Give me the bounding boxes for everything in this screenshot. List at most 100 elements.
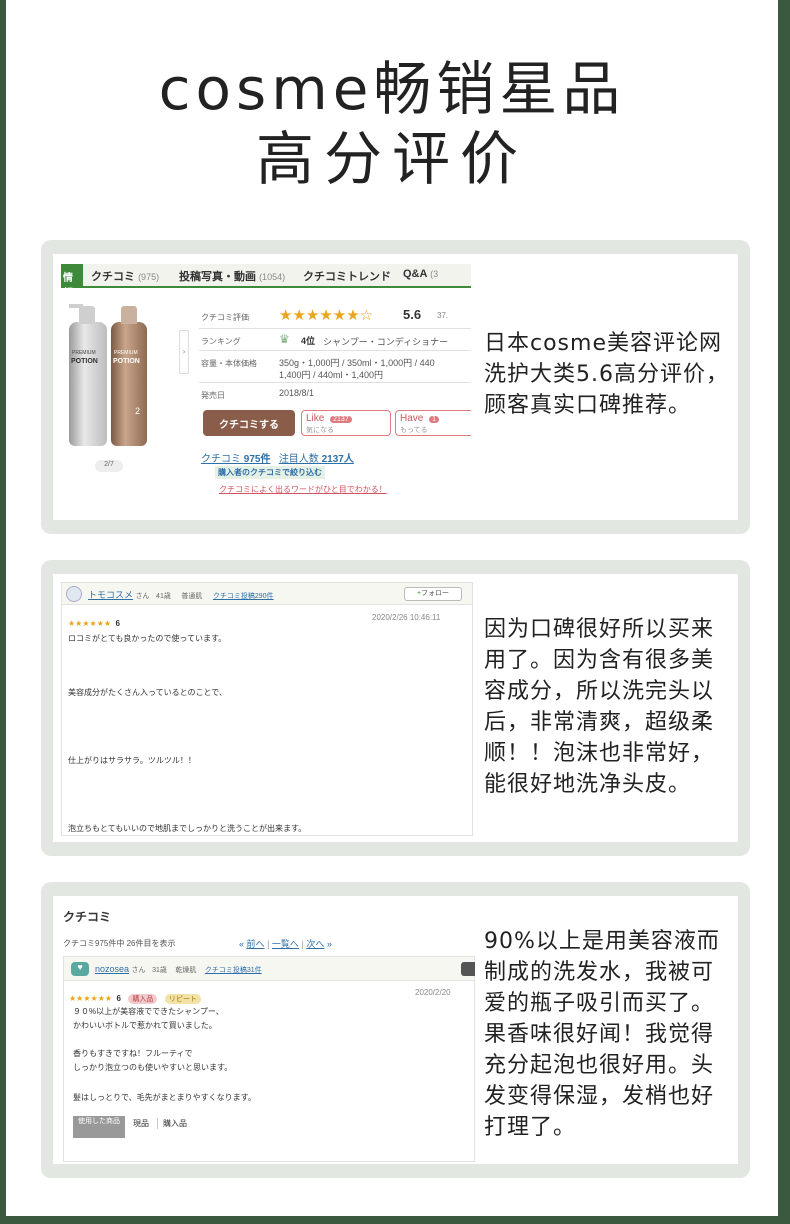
reviews-label: クチコミ <box>201 454 241 465</box>
reviewer-skin: 普通肌 <box>181 593 203 600</box>
rating-stars-icon: ★★★★★★☆ <box>279 307 374 324</box>
card-inner: クチコミ クチコミ975件中 26件目を表示 « 前へ | 一覧へ | 次へ »… <box>53 896 738 1164</box>
review-card-kuchikomi-list: クチコミ クチコミ975件中 26件目を表示 « 前へ | 一覧へ | 次へ »… <box>41 882 750 1178</box>
reviewer-posts[interactable]: クチコミ投稿290件 <box>213 593 274 600</box>
user-review-screenshot: トモコスメ さん 41歳 普通肌 クチコミ投稿290件 +フォロー ★★★★★★… <box>61 582 473 836</box>
next-link[interactable]: 次へ <box>306 939 324 949</box>
like-sub: 気になる <box>306 427 334 434</box>
filter-purchaser-link[interactable]: 購入者のクチコミで絞り込む <box>215 466 325 479</box>
rating-stars-icon: ★★★★★★ <box>68 619 112 628</box>
rating-stars-icon: ★★★★★★ <box>69 994 113 1003</box>
tab-info[interactable]: 情報 <box>61 264 83 299</box>
card1-description: 日本cosme美容评论网洗护大类5.6高分评价，顾客真实口碑推荐。 <box>484 331 729 418</box>
attention-label: 注目人数 <box>278 454 319 465</box>
purchase-type: 購入品 <box>157 1118 187 1129</box>
review-line: 髪はしっとりで、毛先がまとまりやすくなります。 <box>73 1093 256 1102</box>
headline-line2: 高分评价 <box>255 125 528 193</box>
tab-label: 投稿写真・動画 <box>179 271 256 283</box>
reviewer-name[interactable]: トモコスメ <box>88 590 133 600</box>
reviewer-suffix: さん <box>135 593 150 600</box>
pump-icon <box>121 306 137 324</box>
tab-qa[interactable]: Q&A (3 <box>403 268 438 280</box>
review-stats: クチコミ 975件 注目人数 2137人 <box>201 450 354 465</box>
tab-count: (975) <box>138 272 160 282</box>
attention-link[interactable]: 注目人数 2137人 <box>279 454 354 465</box>
bottle-image-silver: PREMIUM POTION <box>69 322 107 446</box>
review-date: 2020/2/20 <box>415 988 451 997</box>
tab-trend[interactable]: クチコミトレンド <box>303 268 391 284</box>
bottle-name: POTION <box>71 358 98 365</box>
have-sub: もってる <box>400 427 428 434</box>
rating-extra: 37. <box>437 311 449 320</box>
divider <box>199 382 471 383</box>
like-label: Like <box>306 413 325 424</box>
reviewer-skin: 乾燥肌 <box>175 967 197 974</box>
carousel-pager: 2/7 <box>95 460 123 472</box>
bottle-number: 2 <box>135 406 141 416</box>
tab-photos[interactable]: 投稿写真・動画 (1054) <box>179 268 285 284</box>
ranking-label: ランキング <box>201 337 241 346</box>
bottle-name: POTION <box>113 358 140 365</box>
follow-button[interactable]: +フォロー <box>404 587 462 601</box>
reviews-link[interactable]: クチコミ 975件 <box>201 454 270 465</box>
like-count: 2137 <box>330 416 352 423</box>
rating-value: 5.6 <box>403 307 422 322</box>
bottle-image-brown: PREMIUM POTION 2 <box>111 322 147 446</box>
rating-value: 6 <box>115 619 120 628</box>
have-button[interactable]: Have 1 もってる <box>395 410 471 436</box>
reviews-count: 975件 <box>243 454 271 465</box>
divider <box>199 350 471 351</box>
have-count: 1 <box>429 416 440 423</box>
write-review-button[interactable]: クチコミする <box>203 410 295 436</box>
release-label: 発売日 <box>201 391 225 400</box>
reviewer-name[interactable]: nozosea <box>95 964 129 974</box>
list-link[interactable]: 一覧へ <box>272 939 299 949</box>
tab-kuchikomi[interactable]: クチコミ (975) <box>91 268 159 284</box>
ranking-value: 4位 <box>301 336 316 346</box>
frequent-words-link[interactable]: クチコミによく出るワードがひと目でわかる！ <box>219 484 387 495</box>
release-value: 2018/8/1 <box>279 388 315 398</box>
pagination: « 前へ | 一覧へ | 次へ » <box>239 939 332 949</box>
pump-nozzle-icon <box>69 304 83 308</box>
kuchikomi-list-screenshot: クチコミ クチコミ975件中 26件目を表示 « 前へ | 一覧へ | 次へ »… <box>59 908 477 1162</box>
crown-icon: ♛ <box>279 332 290 346</box>
pump-icon <box>79 306 95 324</box>
cosme-product-screenshot: 情報 クチコミ (975) 投稿写真・動画 (1054) クチコミトレンド Q&… <box>61 264 471 514</box>
carousel-next-button[interactable]: › <box>179 330 189 374</box>
review-card-cosme-rating: 情報 クチコミ (975) 投稿写真・動画 (1054) クチコミトレンド Q&… <box>41 240 750 534</box>
avatar[interactable] <box>66 586 82 602</box>
have-label: Have <box>400 413 424 424</box>
review-line: 仕上がりはサラサラ。ツルツル！！ <box>68 756 196 765</box>
review-line: かわいいボトルで惹かれて買いました。 <box>73 1021 217 1030</box>
reviewer-age: 31歳 <box>152 967 167 974</box>
card-inner: 情報 クチコミ (975) 投稿写真・動画 (1054) クチコミトレンド Q&… <box>53 254 738 520</box>
follow-label: フォロー <box>421 590 450 597</box>
reviewer-info: nozosea さん 31歳 乾燥肌 クチコミ投稿31件 <box>95 964 262 975</box>
prev-link[interactable]: 前へ <box>247 939 265 949</box>
review-card-user-review: トモコスメ さん 41歳 普通肌 クチコミ投稿290件 +フォロー ★★★★★★… <box>41 560 750 856</box>
tab-count: (1054) <box>259 272 286 282</box>
rating-value: 6 <box>116 994 121 1003</box>
like-button[interactable]: Like 2137 気になる <box>301 410 391 436</box>
review-rating: ★★★★★★ 6 購入品 リピート <box>69 988 201 1006</box>
ranking-category: シャンプー・コンディショナー <box>323 337 449 347</box>
price-line2: 1,400円 / 440ml・1,400円 <box>279 370 384 380</box>
reviewer-posts[interactable]: クチコミ投稿31件 <box>205 967 262 974</box>
used-product-label: 使用した商品 <box>73 1116 125 1138</box>
follow-button[interactable] <box>461 962 475 976</box>
prev-icon: « <box>239 939 245 949</box>
bottle-brand: PREMIUM <box>72 350 96 356</box>
reviewer-suffix: さん <box>131 967 146 974</box>
bottle-brand: PREMIUM <box>114 350 138 356</box>
tab-label: Q&A <box>403 268 428 280</box>
review-rating: ★★★★★★ 6 <box>68 613 120 631</box>
reviewer-info: トモコスメ さん 41歳 普通肌 クチコミ投稿290件 <box>88 588 274 601</box>
heart-icon: ♥ <box>71 962 89 976</box>
review-line: しっかり泡立つのも使いやすいと思います。 <box>73 1063 233 1072</box>
tab-label: クチコミ <box>91 271 135 283</box>
purchase-tag: 購入品 <box>128 994 158 1004</box>
divider <box>199 328 471 329</box>
price-label: 容量・本体価格 <box>201 359 257 368</box>
attention-count: 2137人 <box>321 454 354 465</box>
review-line: 泡立ちもとてもいいので地肌までしっかりと洗うことが出来ます。 <box>68 824 307 833</box>
